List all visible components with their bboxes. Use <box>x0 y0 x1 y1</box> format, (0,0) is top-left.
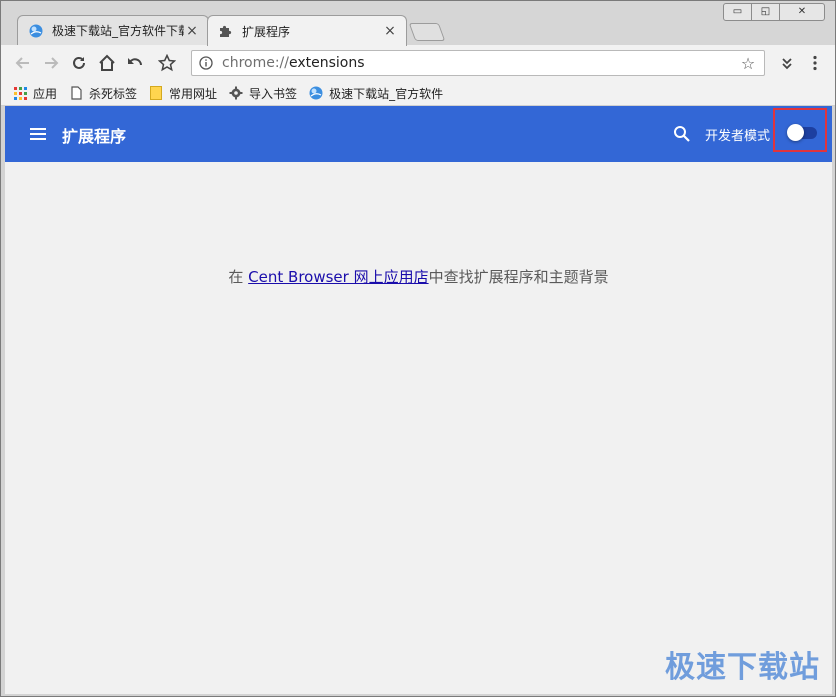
bookmark-label: 杀死标签 <box>89 86 138 101</box>
watermark-logo: 极速下载站 <box>665 650 820 685</box>
bookmark-label: 应用 <box>33 86 58 101</box>
home-icon[interactable] <box>95 51 119 75</box>
page-title: 扩展程序 <box>62 127 127 146</box>
search-icon[interactable] <box>673 125 691 143</box>
site-globe-icon <box>28 23 44 39</box>
back-icon[interactable] <box>11 51 35 75</box>
folder-icon <box>149 86 163 100</box>
bookmark-import[interactable]: 导入书签 <box>229 85 297 102</box>
tab-jisu-download[interactable]: 极速下载站_官方软件下载 × <box>17 15 209 45</box>
store-suffix: 中查找扩展程序和主题背景 <box>428 268 609 286</box>
hamburger-menu-icon[interactable] <box>29 125 47 143</box>
browser-window: 极速下载站_官方软件下载 × 扩展程序 × ▭ ◱ ✕ chrome://ext… <box>0 0 836 697</box>
bookmark-common-sites[interactable]: 常用网址 <box>149 85 217 102</box>
title-bar: 极速下载站_官方软件下载 × 扩展程序 × ▭ ◱ ✕ <box>1 1 835 46</box>
extensions-header: 扩展程序 开发者模式 <box>5 106 832 162</box>
tab-title: 极速下载站_官方软件下载 <box>52 24 184 38</box>
bookmarks-bar: 应用 杀死标签 常用网址 导入书签 极速下载站_官方软件 <box>1 81 835 106</box>
url-scheme: chrome:// <box>222 55 289 71</box>
close-window-button[interactable]: ✕ <box>779 3 825 21</box>
chevron-down-icon[interactable] <box>775 51 799 75</box>
puzzle-icon <box>218 23 234 39</box>
bookmark-apps[interactable]: 应用 <box>13 85 57 102</box>
toggle-knob[interactable] <box>787 124 804 141</box>
tab-close-icon[interactable]: × <box>382 23 398 39</box>
window-controls: ▭ ◱ ✕ <box>723 3 825 21</box>
bookmark-label: 常用网址 <box>169 86 218 101</box>
bookmark-label: 极速下载站_官方软件 <box>329 86 444 101</box>
developer-mode-label: 开发者模式 <box>705 129 771 144</box>
bookmark-label: 导入书签 <box>249 86 298 101</box>
gear-icon <box>229 86 243 100</box>
toolbar: chrome://extensions ☆ <box>1 45 835 81</box>
tab-extensions[interactable]: 扩展程序 × <box>207 15 407 46</box>
url-path: extensions <box>289 55 365 71</box>
tab-title: 扩展程序 <box>242 24 291 39</box>
restore-button[interactable]: ◱ <box>751 3 780 21</box>
bookmark-jisu-site[interactable]: 极速下载站_官方软件 <box>309 85 443 102</box>
info-icon[interactable] <box>198 55 214 71</box>
bookmark-star-icon[interactable] <box>155 51 179 75</box>
new-tab-button[interactable] <box>408 23 446 41</box>
web-store-link[interactable]: Cent Browser 网上应用店 <box>248 268 428 286</box>
site-globe-icon <box>309 86 323 100</box>
address-bar[interactable]: chrome://extensions ☆ <box>191 50 765 76</box>
reload-icon[interactable] <box>67 51 91 75</box>
apps-grid-icon <box>13 86 27 100</box>
undo-close-tab-icon[interactable] <box>123 51 147 75</box>
minimize-button[interactable]: ▭ <box>723 3 752 21</box>
developer-mode-highlight <box>773 108 827 152</box>
more-menu-icon[interactable] <box>803 51 827 75</box>
page-icon <box>69 86 83 100</box>
bookmark-kill-tabs[interactable]: 杀死标签 <box>69 85 137 102</box>
forward-icon[interactable] <box>39 51 63 75</box>
address-text[interactable]: chrome://extensions <box>222 55 738 71</box>
star-icon[interactable]: ☆ <box>738 54 758 73</box>
tab-close-icon[interactable]: × <box>184 23 200 39</box>
web-store-message: 在 Cent Browser 网上应用店中查找扩展程序和主题背景 <box>5 266 832 287</box>
store-prefix: 在 <box>228 268 249 286</box>
extensions-page: 扩展程序 开发者模式 在 Cent Browser 网上应用店中查找扩展程序和主… <box>5 106 832 694</box>
